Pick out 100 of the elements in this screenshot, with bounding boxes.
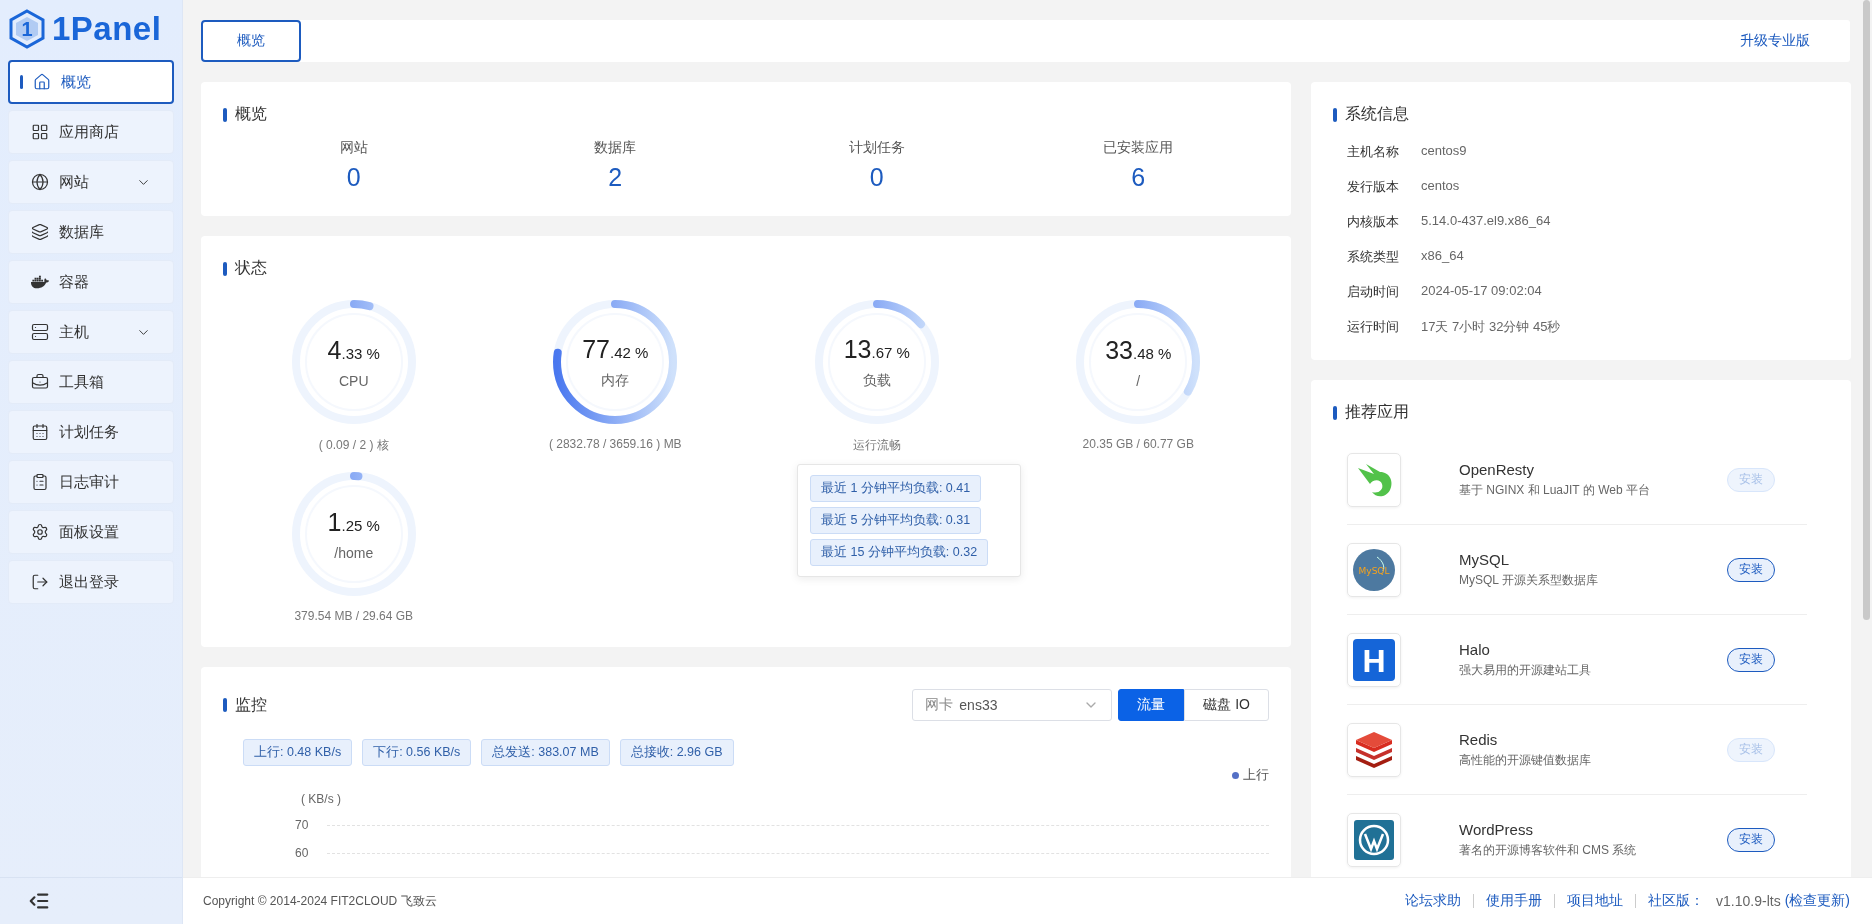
footer-link[interactable]: 使用手册 <box>1486 892 1543 910</box>
info-label: 系统类型 <box>1347 248 1399 266</box>
gauge-detail: ( 0.09 / 2 ) 核 <box>318 437 389 451</box>
install-button[interactable]: 安装 <box>1727 827 1775 852</box>
calendar-icon <box>31 423 49 441</box>
whale-icon <box>31 273 49 291</box>
app-name: Halo <box>1459 640 1491 658</box>
gauge-detail: 运行流畅 <box>852 437 901 451</box>
card-title: 状态 <box>235 258 267 278</box>
sidebar-item[interactable]: 面板设置 <box>8 510 174 554</box>
sidebar-item[interactable]: 数据库 <box>8 210 174 254</box>
info-label: 发行版本 <box>1347 178 1399 196</box>
info-value: 2024-05-17 09:02:04 <box>1421 283 1542 300</box>
gauge-label: 负载 <box>862 371 891 390</box>
axis-tick: 60 <box>295 846 310 860</box>
legend-item[interactable]: 上行 <box>1232 766 1269 784</box>
sidebar-item[interactable]: 计划任务 <box>8 410 174 454</box>
sidebar-item[interactable]: 概览 <box>8 60 174 104</box>
card-title: 推荐应用 <box>1345 402 1409 422</box>
mode-button[interactable]: 磁盘 IO <box>1184 689 1269 721</box>
traffic-tag: 总接收: 2.96 GB <box>619 739 734 766</box>
info-label: 内核版本 <box>1347 213 1399 231</box>
wordpress-logo-icon <box>1354 819 1394 860</box>
install-button[interactable]: 安装 <box>1727 557 1775 582</box>
gauge-percentage: 33.48 % <box>1105 335 1172 365</box>
list-icon <box>31 473 49 491</box>
sidebar-item[interactable]: 工具箱 <box>8 360 174 404</box>
stat-label: 网站 <box>339 139 368 157</box>
info-label: 主机名称 <box>1347 143 1399 161</box>
app-description: MySQL 开源关系型数据库 <box>1459 571 1599 589</box>
sidebar-item[interactable]: 网站 <box>8 160 174 204</box>
server-icon <box>31 323 49 341</box>
globe-icon <box>31 173 49 191</box>
info-value: 5.14.0-437.el9.x86_64 <box>1421 213 1551 230</box>
card-title: 系统信息 <box>1345 104 1409 124</box>
info-value: 17天 7小时 32分钟 45秒 <box>1421 318 1561 336</box>
stat-label: 数据库 <box>594 139 637 157</box>
update-link[interactable]: (检查更新) <box>1784 892 1850 910</box>
app-name: WordPress <box>1459 820 1534 838</box>
mode-button[interactable]: 流量 <box>1118 689 1185 721</box>
app-description: 著名的开源博客软件和 CMS 系统 <box>1459 841 1638 859</box>
home-icon <box>33 73 51 91</box>
card-title: 概览 <box>235 104 267 124</box>
stat-value: 2 <box>608 163 623 192</box>
traffic-tag: 总发送: 383.07 MB <box>481 739 610 766</box>
edition-link[interactable]: 社区版： <box>1648 892 1705 910</box>
sidebar-item[interactable]: 容器 <box>8 260 174 304</box>
gauge-percentage: 77.42 % <box>582 334 649 364</box>
info-label: 运行时间 <box>1347 318 1399 336</box>
load-tag: 最近 5 分钟平均负载: 0.31 <box>810 507 982 534</box>
app-description: 强大易用的开源建站工具 <box>1459 661 1592 679</box>
footer-link[interactable]: 项目地址 <box>1567 892 1624 910</box>
scrollbar[interactable] <box>1863 0 1870 620</box>
sidebar-item[interactable]: 应用商店 <box>8 110 174 154</box>
logo-text: 1Panel <box>52 10 162 48</box>
app-description: 高性能的开源键值数据库 <box>1459 751 1592 769</box>
gauge-label: /home <box>334 544 374 561</box>
gauge-label: 内存 <box>601 371 630 390</box>
grid-icon <box>31 123 49 141</box>
app-name: OpenResty <box>1459 460 1536 478</box>
gauge-detail: ( 2832.78 / 3659.16 ) MB <box>548 437 682 451</box>
upgrade-link[interactable]: 升级专业版 <box>1740 32 1810 50</box>
info-value: centos9 <box>1421 143 1467 160</box>
stat-label: 已安装应用 <box>1103 139 1174 157</box>
logo-icon: 1 <box>8 9 46 49</box>
sidebar-item[interactable]: 退出登录 <box>8 560 174 604</box>
install-button[interactable]: 安装 <box>1727 647 1775 672</box>
axis-unit: ( KB/s ) <box>301 792 342 806</box>
halo-logo-icon: H <box>1353 638 1395 681</box>
sidebar-item[interactable]: 日志审计 <box>8 460 174 504</box>
stat-label: 计划任务 <box>848 139 905 157</box>
gauge-percentage: 13.67 % <box>843 334 910 364</box>
card-title: 监控 <box>235 694 267 715</box>
logout-icon <box>31 573 49 591</box>
gauge-percentage: 4.33 % <box>327 335 380 365</box>
version-text: v1.10.9-lts <box>1716 893 1781 909</box>
gauge-detail: 20.35 GB / 60.77 GB <box>1082 437 1194 451</box>
stat-value: 6 <box>1131 163 1146 192</box>
gauge-percentage: 1.25 % <box>327 507 380 537</box>
stat-value: 0 <box>346 163 361 192</box>
tab[interactable]: 概览 <box>201 20 301 62</box>
sidebar-item[interactable]: 主机 <box>8 310 174 354</box>
load-tag: 最近 1 分钟平均负载: 0.41 <box>810 475 982 502</box>
footer-link[interactable]: 论坛求助 <box>1405 892 1462 910</box>
gauge-label: / <box>1136 372 1141 389</box>
app-name: MySQL <box>1459 550 1510 568</box>
info-value: x86_64 <box>1421 248 1464 265</box>
gauge-detail: 379.54 MB / 29.64 GB <box>294 609 414 623</box>
settings-icon <box>31 523 49 541</box>
copyright-text: Copyright © 2014-2024 FIT2CLOUD 飞致云 <box>203 892 437 910</box>
axis-tick: 70 <box>295 818 310 832</box>
collapse-icon[interactable] <box>28 890 50 912</box>
toolbox-icon <box>31 373 49 391</box>
load-tag: 最近 15 分钟平均负载: 0.32 <box>810 539 989 566</box>
traffic-tag: 下行: 0.56 KB/s <box>362 739 472 766</box>
stat-value: 0 <box>869 163 884 192</box>
nic-select[interactable]: 网卡 ens33 <box>912 689 1113 721</box>
traffic-tag: 上行: 0.48 KB/s <box>243 739 353 766</box>
app-description: 基于 NGINX 和 LuaJIT 的 Web 平台 <box>1459 481 1651 499</box>
info-label: 启动时间 <box>1347 283 1399 301</box>
